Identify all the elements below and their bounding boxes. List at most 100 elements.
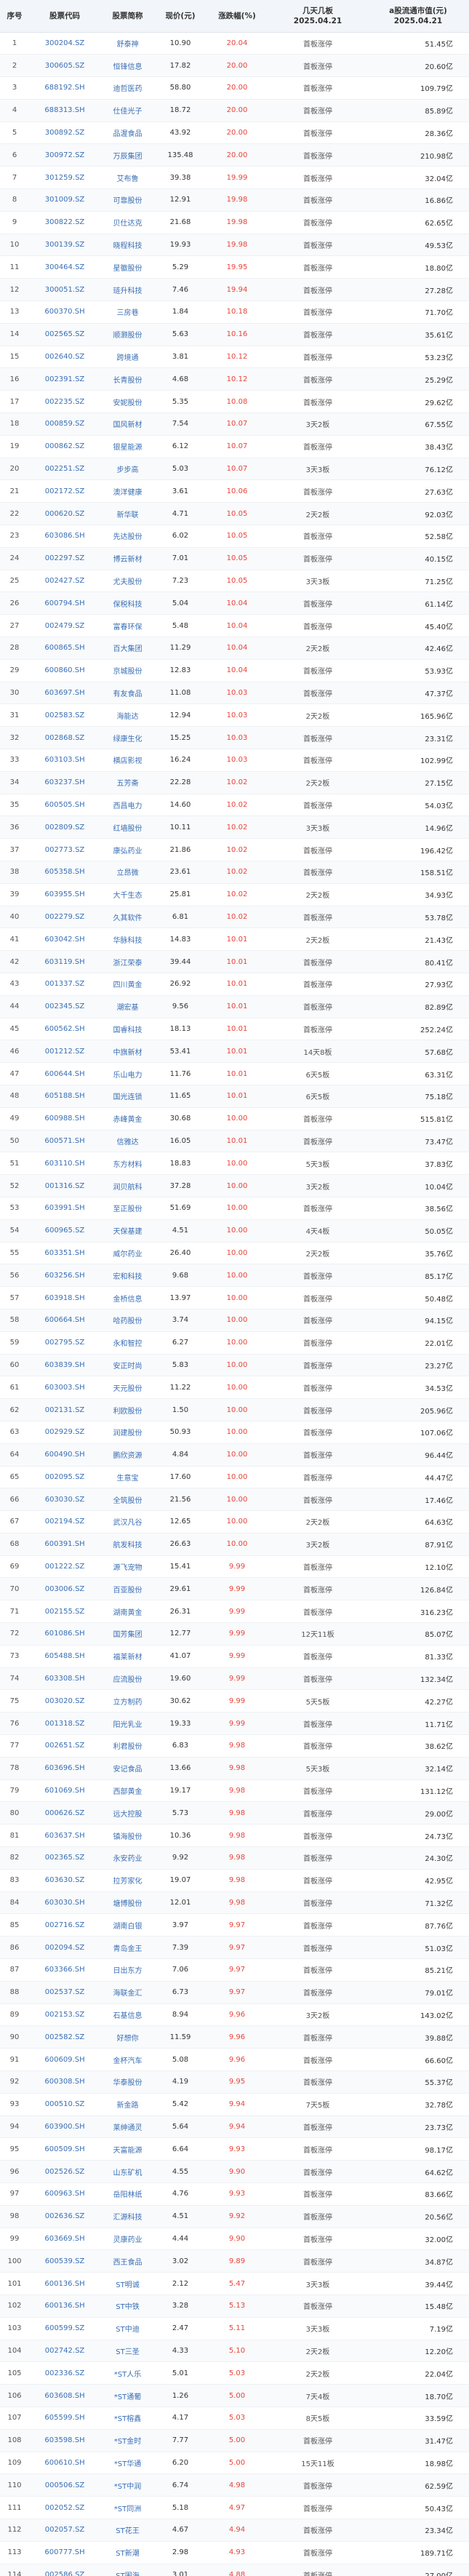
stock-code[interactable]: 603237.SH <box>29 771 100 794</box>
stock-code[interactable]: 600777.SH <box>29 2541 100 2564</box>
stock-code[interactable]: 300972.SZ <box>29 143 100 167</box>
stock-name[interactable]: 晓程科技 <box>100 234 155 257</box>
table-row[interactable]: 6 300972.SZ 万辰集团 135.48 20.00 首板涨停 210.98亿 <box>0 143 469 167</box>
table-row[interactable]: 42 603119.SH 浙江荣泰 39.44 10.01 首板涨停 80.41亿 <box>0 950 469 973</box>
stock-code[interactable]: 600599.SZ <box>29 2317 100 2340</box>
stock-code[interactable]: 301009.SZ <box>29 188 100 212</box>
stock-name[interactable]: 生意宝 <box>100 1466 155 1489</box>
stock-code[interactable]: 000506.SZ <box>29 2473 100 2497</box>
stock-name[interactable]: 哈药股份 <box>100 1309 155 1332</box>
stock-code[interactable]: 002583.SZ <box>29 703 100 727</box>
stock-name[interactable]: 源飞宠物 <box>100 1555 155 1579</box>
stock-name[interactable]: 安正时尚 <box>100 1354 155 1377</box>
table-row[interactable]: 71 002155.SZ 湖南黄金 26.31 9.99 首板涨停 316.23亿 <box>0 1600 469 1624</box>
stock-code[interactable]: 002651.SZ <box>29 1734 100 1758</box>
stock-name[interactable]: ST花王 <box>100 2519 155 2542</box>
table-row[interactable]: 102 600136.SH ST中铁 3.28 5.13 首板涨停 15.48亿 <box>0 2294 469 2318</box>
table-row[interactable]: 3 688192.SH 迪哲医药 58.80 20.00 首板涨停 109.79亿 <box>0 76 469 100</box>
table-row[interactable]: 33 603103.SH 横店影视 16.24 10.03 首板涨停 102.99亿 <box>0 749 469 772</box>
table-row[interactable]: 11 300464.SZ 星徽股份 5.29 19.95 首板涨停 18.80亿 <box>0 255 469 279</box>
stock-code[interactable]: 600308.SH <box>29 2070 100 2094</box>
stock-name[interactable]: 恒锋信息 <box>100 54 155 78</box>
table-row[interactable]: 27 002479.SZ 富春环保 5.48 10.04 首板涨停 45.40亿 <box>0 614 469 638</box>
stock-name[interactable]: ST新潮 <box>100 2541 155 2564</box>
stock-name[interactable]: 湖南黄金 <box>100 1600 155 1624</box>
stock-code[interactable]: 600865.SH <box>29 637 100 660</box>
table-row[interactable]: 87 603366.SH 日出东方 7.06 9.97 首板涨停 85.21亿 <box>0 1958 469 1982</box>
stock-name[interactable]: 保税科技 <box>100 591 155 615</box>
stock-name[interactable]: 灵康药业 <box>100 2228 155 2251</box>
table-row[interactable]: 61 603003.SH 天元股份 11.22 10.00 首板涨停 34.53亿 <box>0 1376 469 1400</box>
stock-code[interactable]: 603366.SH <box>29 1958 100 1982</box>
stock-code[interactable]: 600505.SH <box>29 794 100 817</box>
stock-code[interactable]: 002297.SZ <box>29 547 100 570</box>
stock-code[interactable]: 601069.SH <box>29 1779 100 1803</box>
stock-code[interactable]: 301259.SZ <box>29 166 100 190</box>
table-row[interactable]: 23 603086.SH 先达股份 6.02 10.05 首板涨停 52.58亿 <box>0 525 469 548</box>
stock-code[interactable]: 603630.SZ <box>29 1869 100 1892</box>
stock-code[interactable]: 002251.SZ <box>29 458 100 481</box>
table-row[interactable]: 67 002194.SZ 武汉凡谷 12.65 10.00 2天2板 64.63亿 <box>0 1510 469 1534</box>
stock-name[interactable]: 阳光乳业 <box>100 1712 155 1736</box>
stock-code[interactable]: 000626.SZ <box>29 1801 100 1825</box>
table-row[interactable]: 95 600509.SH 天富能源 6.64 9.93 首板涨停 98.17亿 <box>0 2137 469 2161</box>
table-row[interactable]: 108 603598.SH *ST金时 7.77 5.00 首板涨停 31.47亿 <box>0 2429 469 2452</box>
table-row[interactable]: 105 002336.SZ *ST人乐 5.01 5.03 2天2板 22.04亿 <box>0 2361 469 2385</box>
stock-code[interactable]: 002537.SZ <box>29 1981 100 2004</box>
stock-code[interactable]: 003020.SZ <box>29 1689 100 1713</box>
table-row[interactable]: 106 603608.SH *ST通葡 1.26 5.00 7天4板 18.70亿 <box>0 2384 469 2407</box>
table-row[interactable]: 86 002094.SZ 青岛金王 7.39 9.97 首板涨停 51.03亿 <box>0 1936 469 1960</box>
table-row[interactable]: 111 002052.SZ *ST同洲 5.18 4.97 首板涨停 50.43亿 <box>0 2496 469 2519</box>
table-row[interactable]: 100 600539.SZ 西王食品 3.02 9.89 首板涨停 34.87亿 <box>0 2249 469 2273</box>
stock-code[interactable]: 300204.SZ <box>29 32 100 55</box>
stock-code[interactable]: 600539.SZ <box>29 2249 100 2273</box>
stock-code[interactable]: 603003.SH <box>29 1376 100 1400</box>
stock-name[interactable]: 仕佳光子 <box>100 99 155 122</box>
table-row[interactable]: 37 002773.SZ 康弘药业 21.86 10.02 首板涨停 196.42亿 <box>0 838 469 861</box>
stock-name[interactable]: 百大集团 <box>100 637 155 660</box>
stock-name[interactable]: 至正股份 <box>100 1197 155 1220</box>
stock-code[interactable]: 002131.SZ <box>29 1398 100 1421</box>
stock-code[interactable]: 002095.SZ <box>29 1466 100 1489</box>
table-row[interactable]: 109 600610.SH *ST华通 6.20 5.00 15天11板 18.98亿 <box>0 2452 469 2475</box>
stock-code[interactable]: 002773.SZ <box>29 838 100 861</box>
stock-name[interactable]: 长青股份 <box>100 367 155 391</box>
stock-code[interactable]: 002336.SZ <box>29 2361 100 2385</box>
stock-code[interactable]: 600490.SH <box>29 1443 100 1467</box>
stock-code[interactable]: 603308.SH <box>29 1667 100 1691</box>
stock-name[interactable]: 金杯汽车 <box>100 2048 155 2072</box>
stock-name[interactable]: 银星能源 <box>100 435 155 458</box>
stock-name[interactable]: 山东矿机 <box>100 2160 155 2183</box>
table-row[interactable]: 75 003020.SZ 立方制药 30.62 9.99 5天5板 42.27亿 <box>0 1689 469 1713</box>
table-row[interactable]: 35 600505.SH 西昌电力 14.60 10.02 首板涨停 54.03亿 <box>0 794 469 817</box>
table-row[interactable]: 76 001318.SZ 阳光乳业 19.33 9.99 首板涨停 11.71亿 <box>0 1712 469 1736</box>
stock-name[interactable]: 国风新材 <box>100 412 155 436</box>
stock-name[interactable]: 润建股份 <box>100 1421 155 1444</box>
stock-name[interactable]: ST中迪 <box>100 2317 155 2340</box>
stock-name[interactable]: *ST通葡 <box>100 2384 155 2407</box>
stock-code[interactable]: 002582.SZ <box>29 2025 100 2049</box>
stock-code[interactable]: 002094.SZ <box>29 1936 100 1960</box>
stock-name[interactable]: 天保基建 <box>100 1219 155 1243</box>
table-row[interactable]: 49 600988.SH 赤峰黄金 30.68 10.00 首板涨停 515.81亿 <box>0 1107 469 1131</box>
table-row[interactable]: 8 301009.SZ 可靠股份 12.91 19.98 首板涨停 16.86亿 <box>0 188 469 212</box>
table-row[interactable]: 53 603991.SH 至正股份 51.69 10.00 首板涨停 38.56亿 <box>0 1197 469 1220</box>
table-row[interactable]: 91 600609.SH 金杯汽车 5.08 9.96 首板涨停 66.60亿 <box>0 2048 469 2072</box>
table-row[interactable]: 74 603308.SH 应流股份 19.60 9.99 首板涨停 132.34亿 <box>0 1667 469 1691</box>
stock-name[interactable]: 信雅达 <box>100 1130 155 1153</box>
stock-code[interactable]: 603030.SZ <box>29 1488 100 1512</box>
table-row[interactable]: 55 603351.SH 威尔药业 26.40 10.00 2天2板 35.76亿 <box>0 1242 469 1265</box>
table-row[interactable]: 81 603637.SH 镇海股份 10.36 9.98 首板涨停 24.73亿 <box>0 1824 469 1848</box>
stock-name[interactable]: 石基信息 <box>100 2003 155 2027</box>
table-row[interactable]: 70 003006.SZ 百亚股份 29.61 9.99 首板涨停 126.84亿 <box>0 1577 469 1601</box>
table-row[interactable]: 73 605488.SH 福莱新材 41.07 9.99 首板涨停 81.33亿 <box>0 1645 469 1668</box>
table-row[interactable]: 52 001316.SZ 润贝航科 37.28 10.00 3天2板 10.04亿 <box>0 1174 469 1197</box>
table-row[interactable]: 88 002537.SZ 海联金汇 6.73 9.97 首板涨停 79.01亿 <box>0 1981 469 2004</box>
stock-code[interactable]: 600609.SH <box>29 2048 100 2072</box>
stock-name[interactable]: 顺灏股份 <box>100 323 155 346</box>
stock-name[interactable]: 尤夫股份 <box>100 570 155 593</box>
stock-code[interactable]: 002742.SZ <box>29 2340 100 2363</box>
stock-name[interactable]: ST中铁 <box>100 2294 155 2318</box>
table-row[interactable]: 46 001212.SZ 中旗新材 53.41 10.01 14天8板 57.68亿 <box>0 1040 469 1064</box>
stock-code[interactable]: 600860.SH <box>29 659 100 682</box>
